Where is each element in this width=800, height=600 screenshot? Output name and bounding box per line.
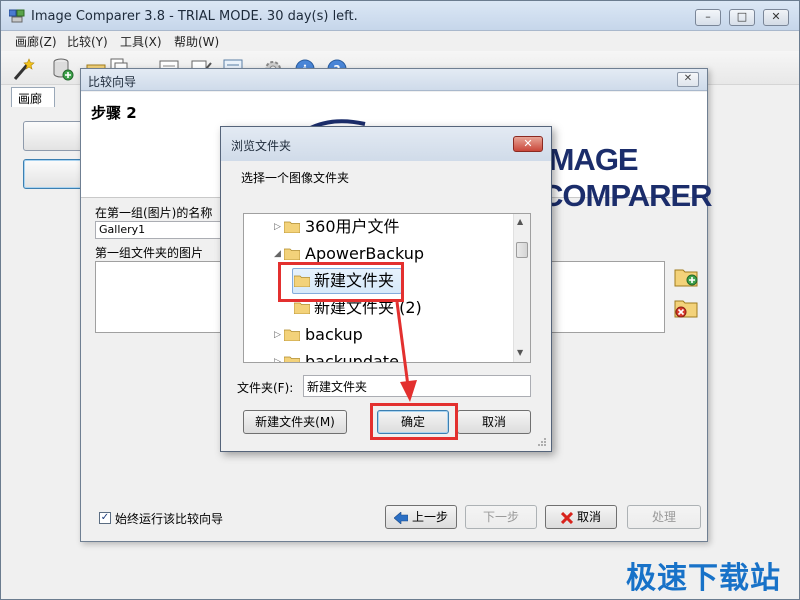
tree-item-label: 360用户文件 [305, 217, 400, 236]
minimize-button[interactable]: – [695, 9, 721, 26]
dialog-description: 选择一个图像文件夹 [241, 171, 350, 185]
group-name-label: 在第一组(图片)的名称 [95, 206, 213, 220]
back-button[interactable]: 上一步 [385, 505, 457, 529]
side-button-2[interactable] [23, 159, 85, 189]
remove-folder-icon[interactable] [673, 293, 699, 319]
dialog-cancel-button[interactable]: 取消 [457, 410, 531, 434]
scroll-down-arrow-icon[interactable]: ▼ [517, 348, 523, 357]
folder-icon [284, 248, 300, 260]
resize-grip-icon[interactable] [537, 437, 547, 447]
expand-arrow-icon[interactable]: ▷ [274, 214, 284, 240]
dialog-title-bar: 浏览文件夹 ✕ [221, 127, 551, 161]
folder-icon [284, 356, 300, 362]
scrollbar-thumb[interactable] [516, 242, 528, 258]
expand-arrow-icon[interactable]: ▷ [274, 349, 284, 362]
tab-gallery[interactable]: 画廊 [11, 87, 55, 107]
folder-icon [284, 221, 300, 233]
menu-help[interactable]: 帮助(W) [174, 33, 219, 50]
wizard-cancel-button[interactable]: 取消 [545, 505, 617, 529]
back-button-label: 上一步 [411, 510, 448, 524]
tree-item[interactable]: ▷ backup [244, 322, 514, 348]
highlight-selected-folder [278, 262, 404, 302]
scroll-up-arrow-icon[interactable]: ▲ [517, 217, 523, 226]
wizard-title: 比较向导 [88, 75, 137, 89]
menu-tools[interactable]: 工具(X) [120, 33, 162, 50]
wizard-cancel-label: 取消 [576, 510, 601, 524]
group-images-label: 第一组文件夹的图片 [95, 246, 204, 260]
window-title: Image Comparer 3.8 - TRIAL MODE. 30 day(… [31, 9, 358, 24]
close-button[interactable]: ✕ [763, 9, 789, 26]
folder-icon [294, 302, 310, 314]
tree-item[interactable]: ▷ 360用户文件 [244, 214, 514, 240]
annotation-arrow-icon [395, 301, 417, 402]
menu-gallery[interactable]: 画廊(Z) [15, 33, 57, 50]
app-icon [9, 9, 25, 23]
folder-icon [284, 329, 300, 341]
tree-scrollbar[interactable]: ▲ ▼ [513, 214, 530, 362]
app-logo: IMAGE COMPARER [541, 142, 713, 213]
highlight-ok-button [370, 403, 458, 440]
side-button-1[interactable] [23, 121, 85, 151]
always-run-checkbox[interactable]: ✓ [99, 512, 111, 524]
wizard-close-button[interactable]: ✕ [677, 72, 699, 87]
red-x-icon [560, 511, 573, 524]
add-database-icon[interactable] [51, 57, 75, 81]
title-bar: Image Comparer 3.8 - TRIAL MODE. 30 day(… [1, 1, 799, 31]
process-button[interactable]: 处理 [627, 505, 701, 529]
dialog-title: 浏览文件夹 [231, 139, 292, 153]
maximize-button[interactable]: □ [729, 9, 755, 26]
menu-bar: 画廊(Z) 比较(Y) 工具(X) 帮助(W) [1, 31, 799, 51]
watermark-text: 极速下载站 [626, 561, 781, 596]
new-folder-button[interactable]: 新建文件夹(M) [243, 410, 347, 434]
dialog-close-button[interactable]: ✕ [513, 136, 543, 152]
add-folder-icon[interactable] [673, 262, 699, 288]
expand-arrow-icon[interactable]: ▷ [274, 322, 284, 348]
magic-wand-icon[interactable] [11, 57, 35, 81]
menu-compare[interactable]: 比较(Y) [67, 33, 108, 50]
tree-item-label: backupdate [305, 352, 399, 363]
arrow-left-icon [393, 511, 408, 524]
group-name-input[interactable]: Gallery1 [95, 221, 221, 239]
step-title: 步骤 2 [91, 104, 137, 122]
tree-item[interactable]: ▷ backupdate [244, 349, 514, 363]
always-run-label: 始终运行该比较向导 [115, 512, 224, 526]
tree-item-label: backup [305, 325, 363, 344]
wizard-title-bar: 比较向导 ✕ [81, 69, 707, 91]
folder-field-label: 文件夹(F): [237, 381, 294, 395]
next-button[interactable]: 下一步 [465, 505, 537, 529]
